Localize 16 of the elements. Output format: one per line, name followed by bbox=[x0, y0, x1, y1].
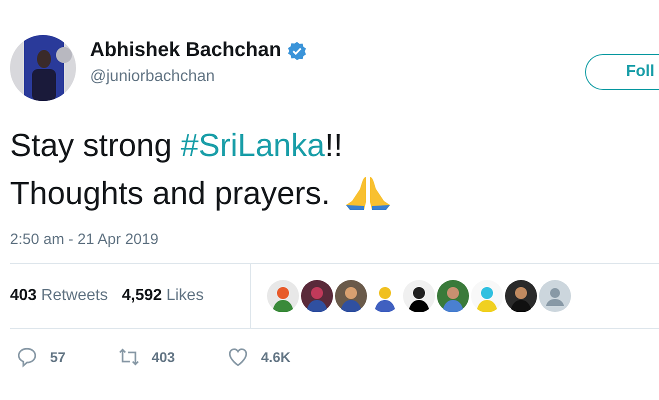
tweet-text: Stay strong #SriLanka!! bbox=[10, 121, 659, 169]
action-count: 403 bbox=[152, 349, 175, 365]
tweet-text: Thoughts and prayers. bbox=[10, 169, 659, 217]
heart-icon[interactable] bbox=[226, 346, 249, 368]
praying-hands-icon bbox=[344, 175, 392, 211]
author-handle[interactable]: @juniorbachchan bbox=[90, 68, 308, 86]
hashtag-link[interactable]: #SriLanka bbox=[180, 121, 325, 169]
action-count: 57 bbox=[50, 349, 66, 365]
timestamp[interactable]: 2:50 am - 21 Apr 2019 bbox=[10, 231, 158, 248]
action-count: 4.6K bbox=[260, 349, 291, 365]
retweet-icon[interactable] bbox=[118, 346, 140, 368]
reply-icon[interactable] bbox=[16, 346, 38, 368]
follow-button[interactable]: Foll bbox=[585, 54, 659, 90]
stat-count[interactable]: 4,592 Likes bbox=[122, 287, 204, 305]
author-name[interactable]: Abhishek Bachchan bbox=[90, 39, 282, 62]
stat-count[interactable]: 403 Retweets bbox=[10, 287, 108, 305]
